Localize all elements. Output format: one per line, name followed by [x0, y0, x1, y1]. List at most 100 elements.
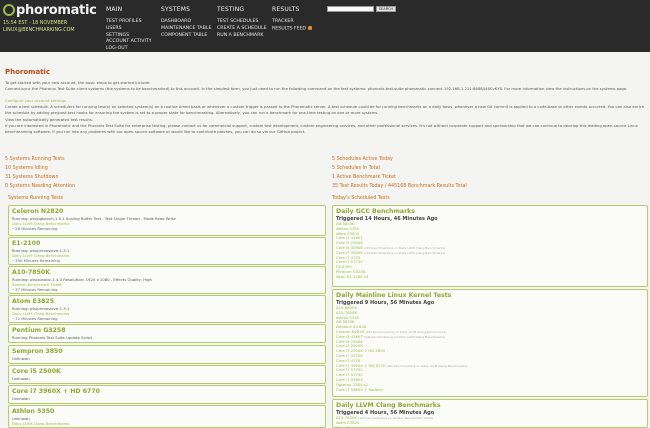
- logo-text: phoromatic: [16, 2, 97, 18]
- system-card[interactable]: E1-2100 Running: pts/primesieve-1.3.1 Da…: [8, 237, 326, 265]
- status-label: Schedules In Total: [336, 166, 380, 171]
- status-label: Systems Shutdown: [12, 175, 59, 180]
- schedule-system-note: (still benchmarking on Daily LLVM Clang …: [386, 363, 468, 368]
- system-name: Athlon 5350: [12, 408, 55, 415]
- schedule-system-name: Core i3: [336, 424, 350, 428]
- nav-item-component-table[interactable]: COMPONENT TABLE: [161, 33, 211, 40]
- nav-main: MAIN TEST PROFILES USERS SETTINGS ACCOUN…: [106, 6, 152, 53]
- nav-item-test-schedules[interactable]: TEST SCHEDULES: [217, 19, 267, 26]
- nav-systems-title[interactable]: SYSTEMS: [161, 6, 211, 13]
- schedule-system[interactable]: Core i7 5960X + Radeon: [336, 386, 644, 393]
- nav-item-dashboard[interactable]: DASHBOARD: [161, 19, 211, 26]
- system-status: Unknown: [12, 396, 30, 401]
- status-shutdown[interactable]: 31 Systems Shutdown: [5, 175, 59, 180]
- schedule-card[interactable]: Daily GCC Benchmarks Triggered 14 Hours,…: [332, 205, 648, 287]
- schedule-system-name: Core i7 5960X + Radeon: [336, 386, 383, 392]
- nav-item-run-benchmark[interactable]: RUN A BENCHMARK: [217, 33, 267, 40]
- nav-testing-title[interactable]: TESTING: [217, 6, 267, 13]
- schedule-system-list: A8-3870K Athlon 5350 Atom E3825 Core i3 416…: [336, 221, 644, 280]
- system-status: Running Phoronix Test Suite Update Scrip…: [12, 335, 93, 340]
- status-results-today[interactable]: 35 Test Results Today / 445168 Benchmark…: [332, 184, 467, 189]
- system-card[interactable]: Atom E3825 Running: pts/primesieve-1.3.1…: [8, 295, 326, 323]
- logo-ring-icon: [3, 4, 15, 16]
- system-card[interactable]: Core i7 3960X + HD 6770 Unknown: [8, 385, 326, 404]
- nav-main-title[interactable]: MAIN: [106, 6, 152, 13]
- system-card[interactable]: Athlon 5350 Unknown Daily LLVM Clang Ben…: [8, 405, 326, 428]
- status-label: Active Benchmark Ticket: [336, 175, 396, 180]
- system-card[interactable]: A10-7850K Running: pts/xonotic-1.4.0 Res…: [8, 266, 326, 294]
- system-card[interactable]: Pentium G3258 Running Phoronix Test Suit…: [8, 324, 326, 343]
- status-count: 5: [5, 157, 9, 162]
- nav-item-logout[interactable]: LOG-OUT: [106, 46, 152, 53]
- system-name: Core i7 3960X + HD 6770: [12, 388, 100, 395]
- search-input[interactable]: [327, 6, 374, 12]
- schedule-card[interactable]: Daily Mainline Linux Kernel Tests Trigge…: [332, 289, 648, 397]
- system-card[interactable]: Sempron 3850 Unknown: [8, 345, 326, 364]
- nav-item-results-feed[interactable]: RESULTS FEED: [272, 25, 312, 33]
- status-count: 35: [332, 184, 339, 189]
- schedule-system[interactable]: Xeon E3-1280 v3: [336, 273, 644, 280]
- phoromatic-logo[interactable]: phoromatic: [3, 2, 97, 18]
- status-label: Systems Needing Attention: [9, 184, 76, 189]
- system-name: Pentium G3258: [12, 327, 66, 334]
- nav-item-tracker[interactable]: TRACKER: [272, 19, 312, 26]
- intro-text: To get started with your new account, th…: [5, 80, 645, 135]
- page-title: Phoromatic: [5, 68, 51, 76]
- status-count: 0: [5, 184, 9, 189]
- status-count: 1: [332, 175, 336, 180]
- systems-running-heading: Systems Running Tests: [8, 196, 64, 201]
- header-info: 15:54 EST - 18 NOVEMBER LINUX@BENCHMARKI…: [3, 20, 75, 34]
- system-name: Celeron N2820: [12, 208, 64, 215]
- schedule-system-note: (still benchmarking on Radeon Benchmark …: [358, 416, 434, 420]
- system-schedule[interactable]: Daily LLVM Clang Benchmarks: [12, 421, 322, 426]
- intro-line: If you are interested in Phoromatic and …: [5, 123, 645, 135]
- schedule-name[interactable]: Daily Mainline Linux Kernel Tests: [336, 292, 644, 299]
- schedule-system-note: (still benchmarking on Daily LLVM Clang …: [364, 250, 446, 255]
- header-datetime: 15:54 EST - 18 NOVEMBER: [3, 21, 68, 26]
- system-status: Unknown: [12, 376, 30, 381]
- schedule-name[interactable]: Daily GCC Benchmarks: [336, 208, 644, 215]
- nav-item-test-profiles[interactable]: TEST PROFILES: [106, 19, 152, 26]
- schedule-system-list: A10-6800K A10-7850K Athlon 5350 A8-3870K Ath…: [336, 305, 644, 393]
- nav-item-maintenance-table[interactable]: MAINTENANCE TABLE: [161, 26, 211, 33]
- schedule-system-name: Xeon E3-1280 v3: [336, 273, 369, 279]
- system-remaining: ~37 Minutes Remaining: [12, 287, 58, 292]
- nav-testing: TESTING TEST SCHEDULES CREATE A SCHEDULE…: [217, 6, 267, 39]
- system-card[interactable]: Celeron N2820 Running: pts/pgbench-1.5.1…: [8, 205, 326, 236]
- schedule-name[interactable]: Daily LLVM Clang Benchmarks: [336, 402, 644, 409]
- nav-results-title[interactable]: RESULTS: [272, 6, 312, 13]
- schedule-system-note: (still benchmarking on Daily LLVM Clang …: [364, 245, 446, 250]
- status-running[interactable]: 5 Systems Running Tests: [5, 157, 65, 162]
- nav-systems: SYSTEMS DASHBOARD MAINTENANCE TABLE COMP…: [161, 6, 211, 39]
- status-schedules-active[interactable]: 5 Schedules Active Today: [332, 157, 393, 162]
- status-label: Systems Running Tests: [9, 157, 65, 162]
- status-attention[interactable]: 0 Systems Needing Attention: [5, 184, 75, 189]
- system-name: Atom E3825: [12, 298, 55, 305]
- header-account: LINUX@BENCHMARKING.COM: [3, 28, 75, 33]
- scheduled-tests-heading: Today's Scheduled Tests: [332, 196, 390, 201]
- schedule-system-note: (still benchmarking on Daily LLVM Clang …: [363, 334, 445, 339]
- system-remaining: ~350 Minutes Remaining: [12, 258, 60, 263]
- status-count: 31: [5, 175, 12, 180]
- status-count: 10: [5, 166, 12, 171]
- system-card[interactable]: Core i5 2500K Unknown: [8, 365, 326, 384]
- status-count: 5: [332, 157, 336, 162]
- schedule-system-list: A10-7850K (still benchmarking on Radeon …: [336, 415, 644, 428]
- system-name: E1-2100: [12, 240, 41, 247]
- intro-line-text: Create a test schedule. A schedulers for…: [5, 104, 645, 116]
- intro-line: Create a test schedule. A schedulers for…: [5, 104, 645, 116]
- status-schedules-total[interactable]: 5 Schedules In Total: [332, 166, 380, 171]
- intro-line-text: If you are interested in Phoromatic and …: [5, 122, 638, 134]
- status-label: Systems Idling: [12, 166, 48, 171]
- nav-item-users[interactable]: USERS: [106, 26, 152, 33]
- status-benchmark-ticket[interactable]: 1 Active Benchmark Ticket: [332, 175, 396, 180]
- system-status: Unknown: [12, 356, 30, 361]
- schedule-system-note: (still benchmarking on Daily LLVM Clang …: [365, 329, 447, 334]
- nav-item-create-schedule[interactable]: CREATE A SCHEDULE: [217, 26, 267, 33]
- search-button[interactable]: SEARCH: [376, 6, 396, 12]
- top-header: phoromatic 15:54 EST - 18 NOVEMBER LINUX…: [0, 0, 650, 52]
- schedule-card[interactable]: Daily LLVM Clang Benchmarks Triggered 4 …: [332, 399, 648, 428]
- intro-line: Connect/sync the Phoronix Test Suite cli…: [5, 86, 645, 98]
- nav-results: RESULTS TRACKER RESULTS FEED: [272, 6, 312, 33]
- status-idling[interactable]: 10 Systems Idling: [5, 166, 48, 171]
